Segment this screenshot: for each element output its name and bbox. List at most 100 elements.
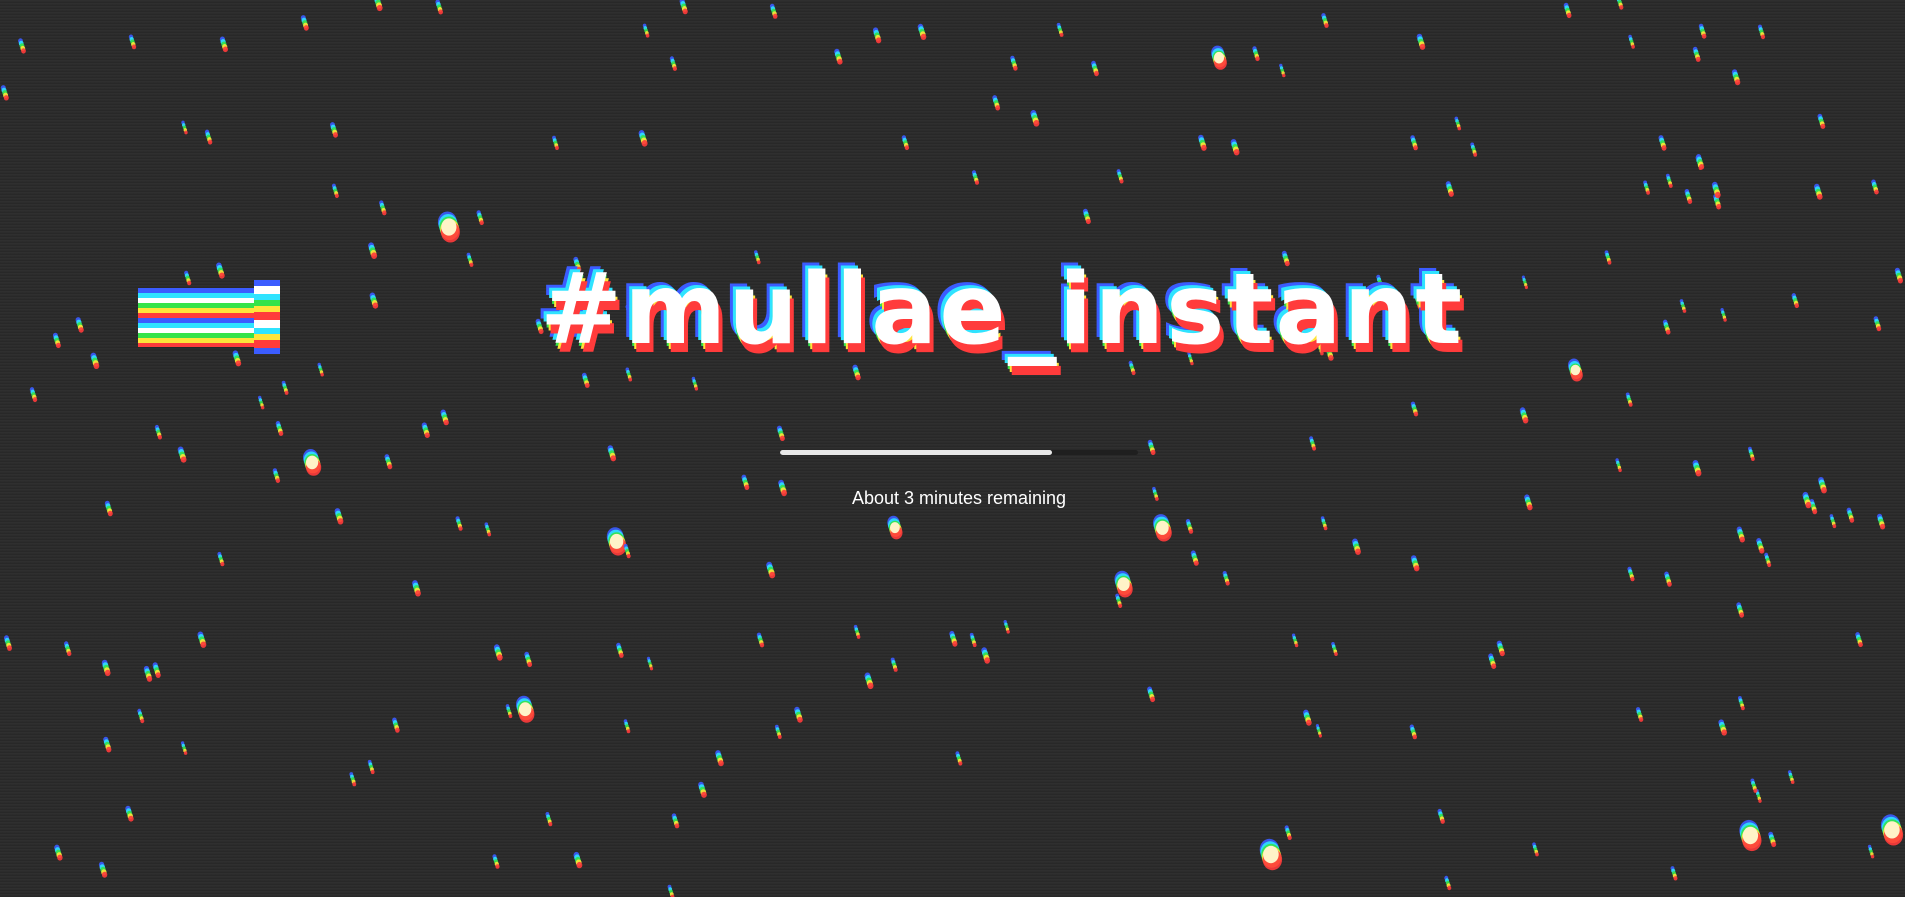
particle [1604,250,1612,265]
particle [104,500,113,517]
particle [679,0,688,15]
particle [275,421,284,436]
particle [1768,831,1777,848]
particle [1320,516,1328,531]
particle [992,95,1001,111]
particle [349,772,357,787]
particle [955,751,963,766]
particle [154,424,162,440]
particle [1787,770,1795,784]
particle [1230,139,1240,156]
particle [143,665,153,682]
particle [769,3,778,19]
particle [98,861,108,878]
particle [493,644,503,661]
particle [971,170,980,185]
particle [1711,181,1721,199]
particle [1817,113,1826,129]
particle [1877,513,1886,530]
particle [1616,0,1624,10]
particle [90,352,100,369]
particle [1410,401,1419,417]
particle [1894,267,1903,284]
particle [872,27,882,44]
particle [331,183,339,198]
particle [607,445,617,462]
particle [1331,642,1338,656]
particle [217,551,225,567]
particle [505,704,513,719]
particle [545,812,553,827]
particle [1003,620,1010,634]
particle [1352,538,1361,555]
particle [369,292,379,309]
particle [334,508,344,525]
particle [1147,439,1156,456]
particle [421,422,430,439]
particle [853,624,861,639]
particle [1284,825,1292,840]
particle [455,516,463,531]
particle [516,695,535,723]
particle [1718,719,1727,736]
particle [1521,275,1528,290]
particle [1664,571,1672,587]
particle [917,23,927,41]
particle [1114,570,1133,598]
particle [887,515,903,540]
particle [1416,33,1426,50]
particle [368,242,378,259]
particle [776,425,785,441]
particle [552,135,559,150]
particle [667,884,675,897]
particle [1010,55,1018,71]
particle [1147,686,1156,703]
particle [374,0,383,12]
particle [715,750,724,767]
particle [152,662,161,678]
particle [1627,566,1635,582]
particle [1279,63,1286,78]
particle [180,741,188,755]
particle [392,717,400,733]
particle [1855,632,1863,648]
particle [1437,808,1445,824]
particle [1658,135,1667,151]
particle [1748,446,1755,461]
particle [52,332,61,349]
particle [1056,22,1064,37]
particle [969,632,977,648]
particle [466,252,474,267]
particle [1091,60,1099,77]
particle [671,813,680,829]
particle [4,635,12,651]
particle [794,706,803,723]
particle [1185,519,1194,534]
particle [1692,46,1701,62]
loading-screen: #mullae_instant #mullae_instant #mullae_… [0,0,1905,897]
particle [1756,538,1765,554]
particle [1259,838,1283,871]
particle [1628,34,1635,49]
particle [29,387,38,403]
particle [1736,526,1746,543]
particle [698,781,707,798]
particle [204,129,213,145]
particle [1410,555,1420,572]
particle [300,15,309,31]
particle [1519,407,1529,424]
particle [367,759,375,775]
particle [379,200,387,216]
particle [864,672,874,690]
particle [756,632,765,648]
particle [435,0,444,15]
particle [1625,392,1633,407]
particle [258,395,265,410]
particle [1291,633,1299,648]
particle [606,527,627,556]
particle [1222,571,1230,586]
particle [949,630,958,647]
particle [484,522,492,537]
particle [1880,814,1904,846]
particle [1309,436,1317,451]
